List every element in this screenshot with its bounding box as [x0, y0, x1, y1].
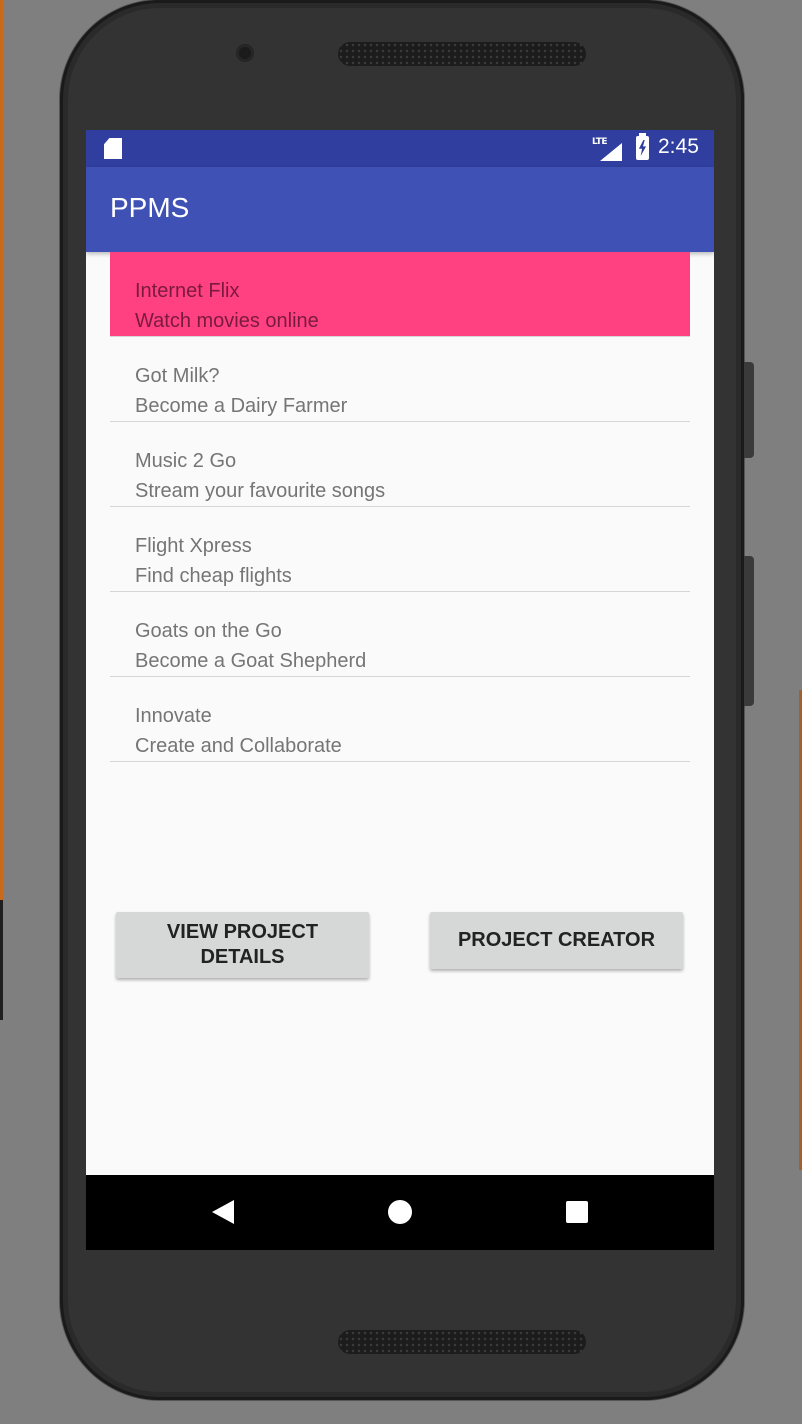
battery-charging-icon: [636, 133, 649, 160]
lte-signal-icon: LTE: [592, 137, 622, 161]
project-name: Goats on the Go: [135, 620, 282, 642]
project-description: Watch movies online: [135, 310, 319, 332]
project-name: Innovate: [135, 705, 212, 727]
status-bar: LTE 2:45: [86, 130, 714, 167]
list-item[interactable]: Flight Xpress Find cheap flights: [110, 507, 690, 592]
project-name: Got Milk?: [135, 365, 220, 387]
status-time: 2:45: [658, 135, 699, 158]
home-icon[interactable]: [388, 1200, 412, 1224]
project-description: Become a Goat Shepherd: [135, 650, 367, 672]
network-label: LTE: [592, 137, 608, 147]
top-speaker: [338, 42, 586, 66]
project-name: Flight Xpress: [135, 535, 252, 557]
list-item[interactable]: Music 2 Go Stream your favourite songs: [110, 422, 690, 507]
project-name: Music 2 Go: [135, 450, 237, 472]
background-edge: [0, 0, 3, 900]
app-screen: LTE 2:45 PPMS Internet Flix Watch movies…: [86, 130, 714, 1250]
app-title: PPMS: [110, 192, 190, 223]
background-edge: [0, 900, 3, 1020]
view-project-details-button[interactable]: VIEW PROJECT DETAILS: [116, 912, 369, 978]
list-item[interactable]: Innovate Create and Collaborate: [110, 677, 690, 762]
bottom-speaker: [338, 1330, 586, 1354]
power-button: [744, 556, 754, 706]
front-camera: [236, 44, 254, 62]
sd-card-icon: [104, 138, 122, 159]
list-item[interactable]: Goats on the Go Become a Goat Shepherd: [110, 592, 690, 677]
app-bar: PPMS: [86, 167, 714, 252]
project-description: Find cheap flights: [135, 565, 292, 587]
charging-bolt-icon: [638, 140, 647, 156]
navigation-bar: [86, 1175, 714, 1250]
list-item[interactable]: Internet Flix Watch movies online: [110, 252, 690, 337]
back-icon[interactable]: [212, 1200, 234, 1224]
project-description: Create and Collaborate: [135, 735, 342, 757]
recent-apps-icon[interactable]: [566, 1201, 588, 1223]
project-name: Internet Flix: [135, 280, 240, 302]
volume-button: [744, 362, 754, 458]
project-description: Stream your favourite songs: [135, 480, 386, 502]
list-item[interactable]: Got Milk? Become a Dairy Farmer: [110, 337, 690, 422]
project-creator-button[interactable]: PROJECT CREATOR: [430, 912, 683, 969]
project-list: Internet Flix Watch movies online Got Mi…: [110, 252, 690, 762]
project-description: Become a Dairy Farmer: [135, 395, 348, 417]
